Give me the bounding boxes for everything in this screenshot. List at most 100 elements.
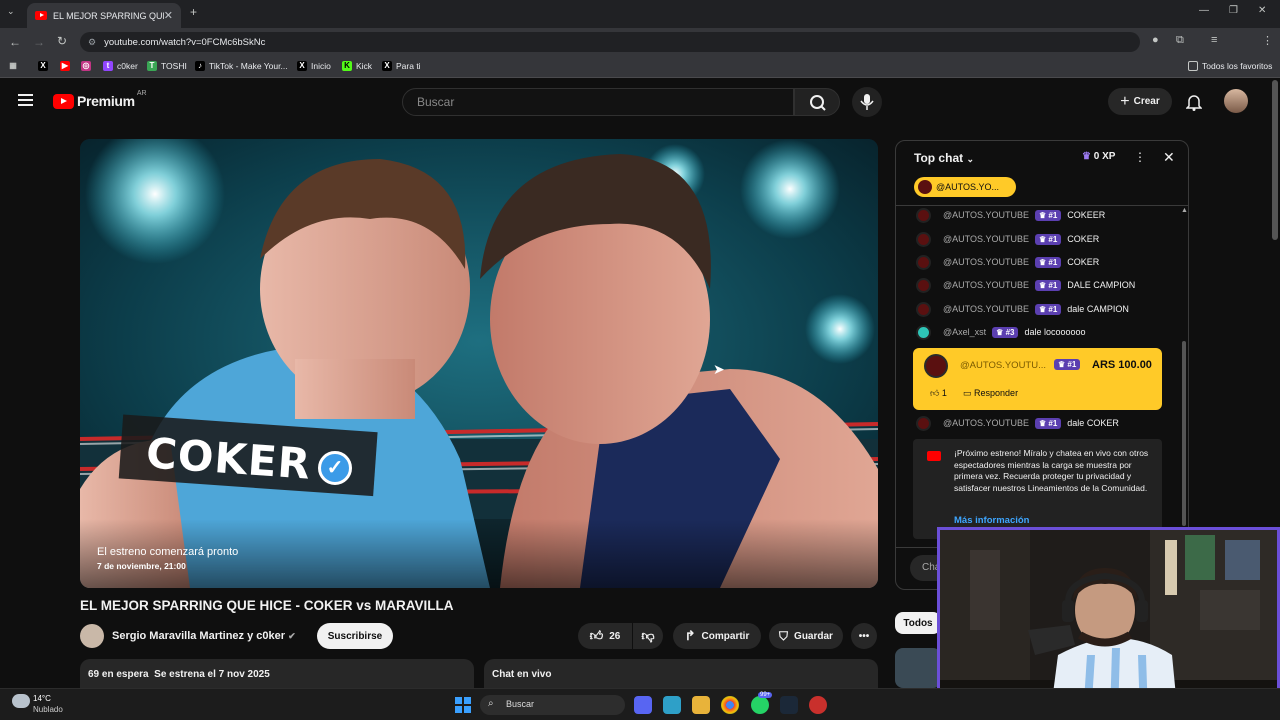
search-icon: ⌕ <box>488 698 494 709</box>
chrome-icon[interactable] <box>721 696 739 714</box>
user-avatar <box>916 254 931 270</box>
channel-avatar[interactable] <box>80 624 104 648</box>
premiere-notice: El estreno comenzará pronto <box>97 546 239 558</box>
filter-chip-all[interactable]: Todos <box>895 612 941 634</box>
youtube-premium-logo[interactable]: Premium AR <box>53 90 147 109</box>
tab-close-icon[interactable]: ✕ <box>164 9 173 22</box>
file-explorer-icon[interactable] <box>692 696 710 714</box>
super-chat-author: @AUTOS.YOUTU... <box>960 360 1047 371</box>
bookmark-para-ti[interactable]: X Para ti <box>382 61 421 71</box>
video-player[interactable]: COKER ✓ El estreno comenzará pronto 7 de… <box>80 139 878 588</box>
like-button[interactable]: 👍︎ 26 <box>578 623 632 649</box>
ticker-avatar <box>918 180 932 194</box>
channel-name[interactable]: Sergio Maravilla Martinez y c0ker ✔ <box>112 630 296 642</box>
chat-close-icon[interactable]: ✕ <box>1163 149 1175 166</box>
browser-tab-strip: ⌄ EL MEJOR SPARRING QUE HICE ✕ + — ❐ ✕ <box>0 0 1280 28</box>
reload-icon[interactable]: ↻ <box>57 34 67 48</box>
minimize-icon[interactable]: — <box>1199 5 1209 16</box>
notifications-button[interactable] <box>1185 93 1203 116</box>
mic-icon <box>860 94 874 110</box>
super-chat-badge: ♛ #1 <box>1054 359 1081 370</box>
back-icon[interactable]: ← <box>9 35 21 49</box>
windows-start-icon[interactable] <box>455 697 471 713</box>
bookmark-tiktok[interactable]: ♪ TikTok - Make Your... <box>195 61 288 71</box>
crown-icon: ♛ <box>1082 151 1091 162</box>
user-avatar <box>916 301 931 317</box>
save-button[interactable]: ⛉ Guardar <box>769 623 843 649</box>
reply-button[interactable]: ▭ Responder <box>963 388 1018 399</box>
reply-icon: ▭ <box>963 388 972 398</box>
whatsapp-badge: 99+ <box>758 692 773 698</box>
bookmark-c0ker[interactable]: t c0ker <box>103 61 138 71</box>
tab-title: EL MEJOR SPARRING QUE HICE <box>53 10 164 21</box>
menu-kebab-icon[interactable]: ⋮ <box>1262 34 1273 47</box>
whatsapp-icon[interactable] <box>751 696 769 714</box>
app-icon[interactable] <box>663 696 681 714</box>
dislike-button[interactable]: 👎︎ <box>633 623 663 649</box>
share-button[interactable]: ↱ Compartir <box>673 623 761 649</box>
mouse-cursor-icon: ➤ <box>713 361 725 377</box>
bookmark-youtube-icon[interactable]: ▶ <box>60 61 70 71</box>
search-button[interactable] <box>794 88 840 116</box>
tab-search-icon[interactable]: ⌄ <box>7 6 15 17</box>
more-info-link[interactable]: Más información <box>954 515 1030 526</box>
chat-message: @AUTOS.YOUTUBE ♛ #1 dale COKER <box>916 413 1176 433</box>
super-chat-like-button[interactable]: 👍︎ 1 <box>930 388 947 399</box>
subscribe-button[interactable]: Suscribirse <box>317 623 393 649</box>
browser-tab[interactable]: EL MEJOR SPARRING QUE HICE ✕ <box>27 3 181 28</box>
live-chat-panel: Top chat ⌄ ♛ 0 XP ⋮ ✕ @AUTOS.YO... ▲ @AU… <box>895 140 1189 590</box>
thumbs-down-icon: 👎︎ <box>641 628 655 643</box>
user-avatar <box>916 415 931 431</box>
bookmark-instagram-icon[interactable]: ◎ <box>81 61 91 71</box>
puzzle-icon[interactable]: ⧉ <box>1176 34 1184 47</box>
restore-icon[interactable]: ❐ <box>1229 5 1238 16</box>
youtube-favicon-icon <box>35 11 47 20</box>
chat-scrollbar[interactable] <box>1182 341 1186 526</box>
premiere-date: 7 de noviembre, 21:00 <box>97 561 186 571</box>
more-actions-button[interactable]: ••• <box>851 623 877 649</box>
weather-cloud-icon[interactable] <box>12 694 30 708</box>
plus-icon: + <box>1120 92 1130 110</box>
weather-condition: Nublado <box>33 705 63 714</box>
user-avatar <box>916 207 931 223</box>
page-scrollbar[interactable] <box>1272 80 1278 240</box>
voice-search-button[interactable] <box>852 87 882 117</box>
youtube-logo-icon <box>53 93 74 109</box>
app-red-icon[interactable] <box>809 696 827 714</box>
bookmark-x-icon[interactable]: X <box>38 61 48 71</box>
steam-icon[interactable] <box>780 696 798 714</box>
bookmark-icon: ⛉ <box>779 628 789 643</box>
bookmark-toshi[interactable]: T TOSHI <box>147 61 187 71</box>
related-video-thumbnail[interactable] <box>895 648 941 688</box>
all-bookmarks[interactable]: Todos los favoritos <box>1188 61 1272 71</box>
super-chat-avatar <box>924 354 948 378</box>
new-tab-icon[interactable]: + <box>190 5 197 19</box>
premiere-info-notice: ¡Próximo estreno! Míralo y chatea en viv… <box>913 439 1162 539</box>
search-input[interactable]: Buscar <box>402 88 794 116</box>
media-icon[interactable]: ≡ <box>1211 34 1217 46</box>
create-button[interactable]: + Crear <box>1108 88 1172 115</box>
pinned-ticker[interactable]: @AUTOS.YO... <box>914 177 1016 197</box>
chat-mode-dropdown[interactable]: Top chat ⌄ <box>914 151 974 165</box>
youtube-notice-icon <box>927 451 941 461</box>
address-bar[interactable]: ⚙ youtube.com/watch?v=0FCMc6bSkNc <box>80 32 1140 52</box>
super-chat-card[interactable]: @AUTOS.YOUTU... ♛ #1 ARS 100.00 👍︎ 1 ▭ R… <box>913 348 1162 410</box>
discord-icon[interactable] <box>634 696 652 714</box>
xp-badge[interactable]: ♛ 0 XP <box>1082 151 1115 162</box>
chat-message: @AUTOS.YOUTUBE ♛ #1 DALE CAMPION <box>916 275 1176 295</box>
taskbar-search[interactable]: ⌕ Buscar <box>480 695 625 715</box>
extension-icon[interactable]: ● <box>1152 34 1159 46</box>
bookmark-inicio[interactable]: X Inicio <box>297 61 331 71</box>
thumbs-up-icon: 👍︎ <box>589 628 604 643</box>
site-info-icon[interactable]: ⚙ <box>88 37 96 48</box>
account-avatar[interactable] <box>1224 89 1248 113</box>
apps-icon[interactable]: ▦ <box>8 61 18 71</box>
scroll-up-icon[interactable]: ▲ <box>1181 207 1188 214</box>
window-close-icon[interactable]: ✕ <box>1258 5 1266 16</box>
url-text: youtube.com/watch?v=0FCMc6bSkNc <box>104 36 266 48</box>
hamburger-menu-icon[interactable] <box>18 94 33 106</box>
chat-more-icon[interactable]: ⋮ <box>1134 150 1146 164</box>
forward-icon[interactable]: → <box>33 35 45 49</box>
search-icon <box>810 95 826 111</box>
bookmark-kick[interactable]: K Kick <box>342 61 372 71</box>
